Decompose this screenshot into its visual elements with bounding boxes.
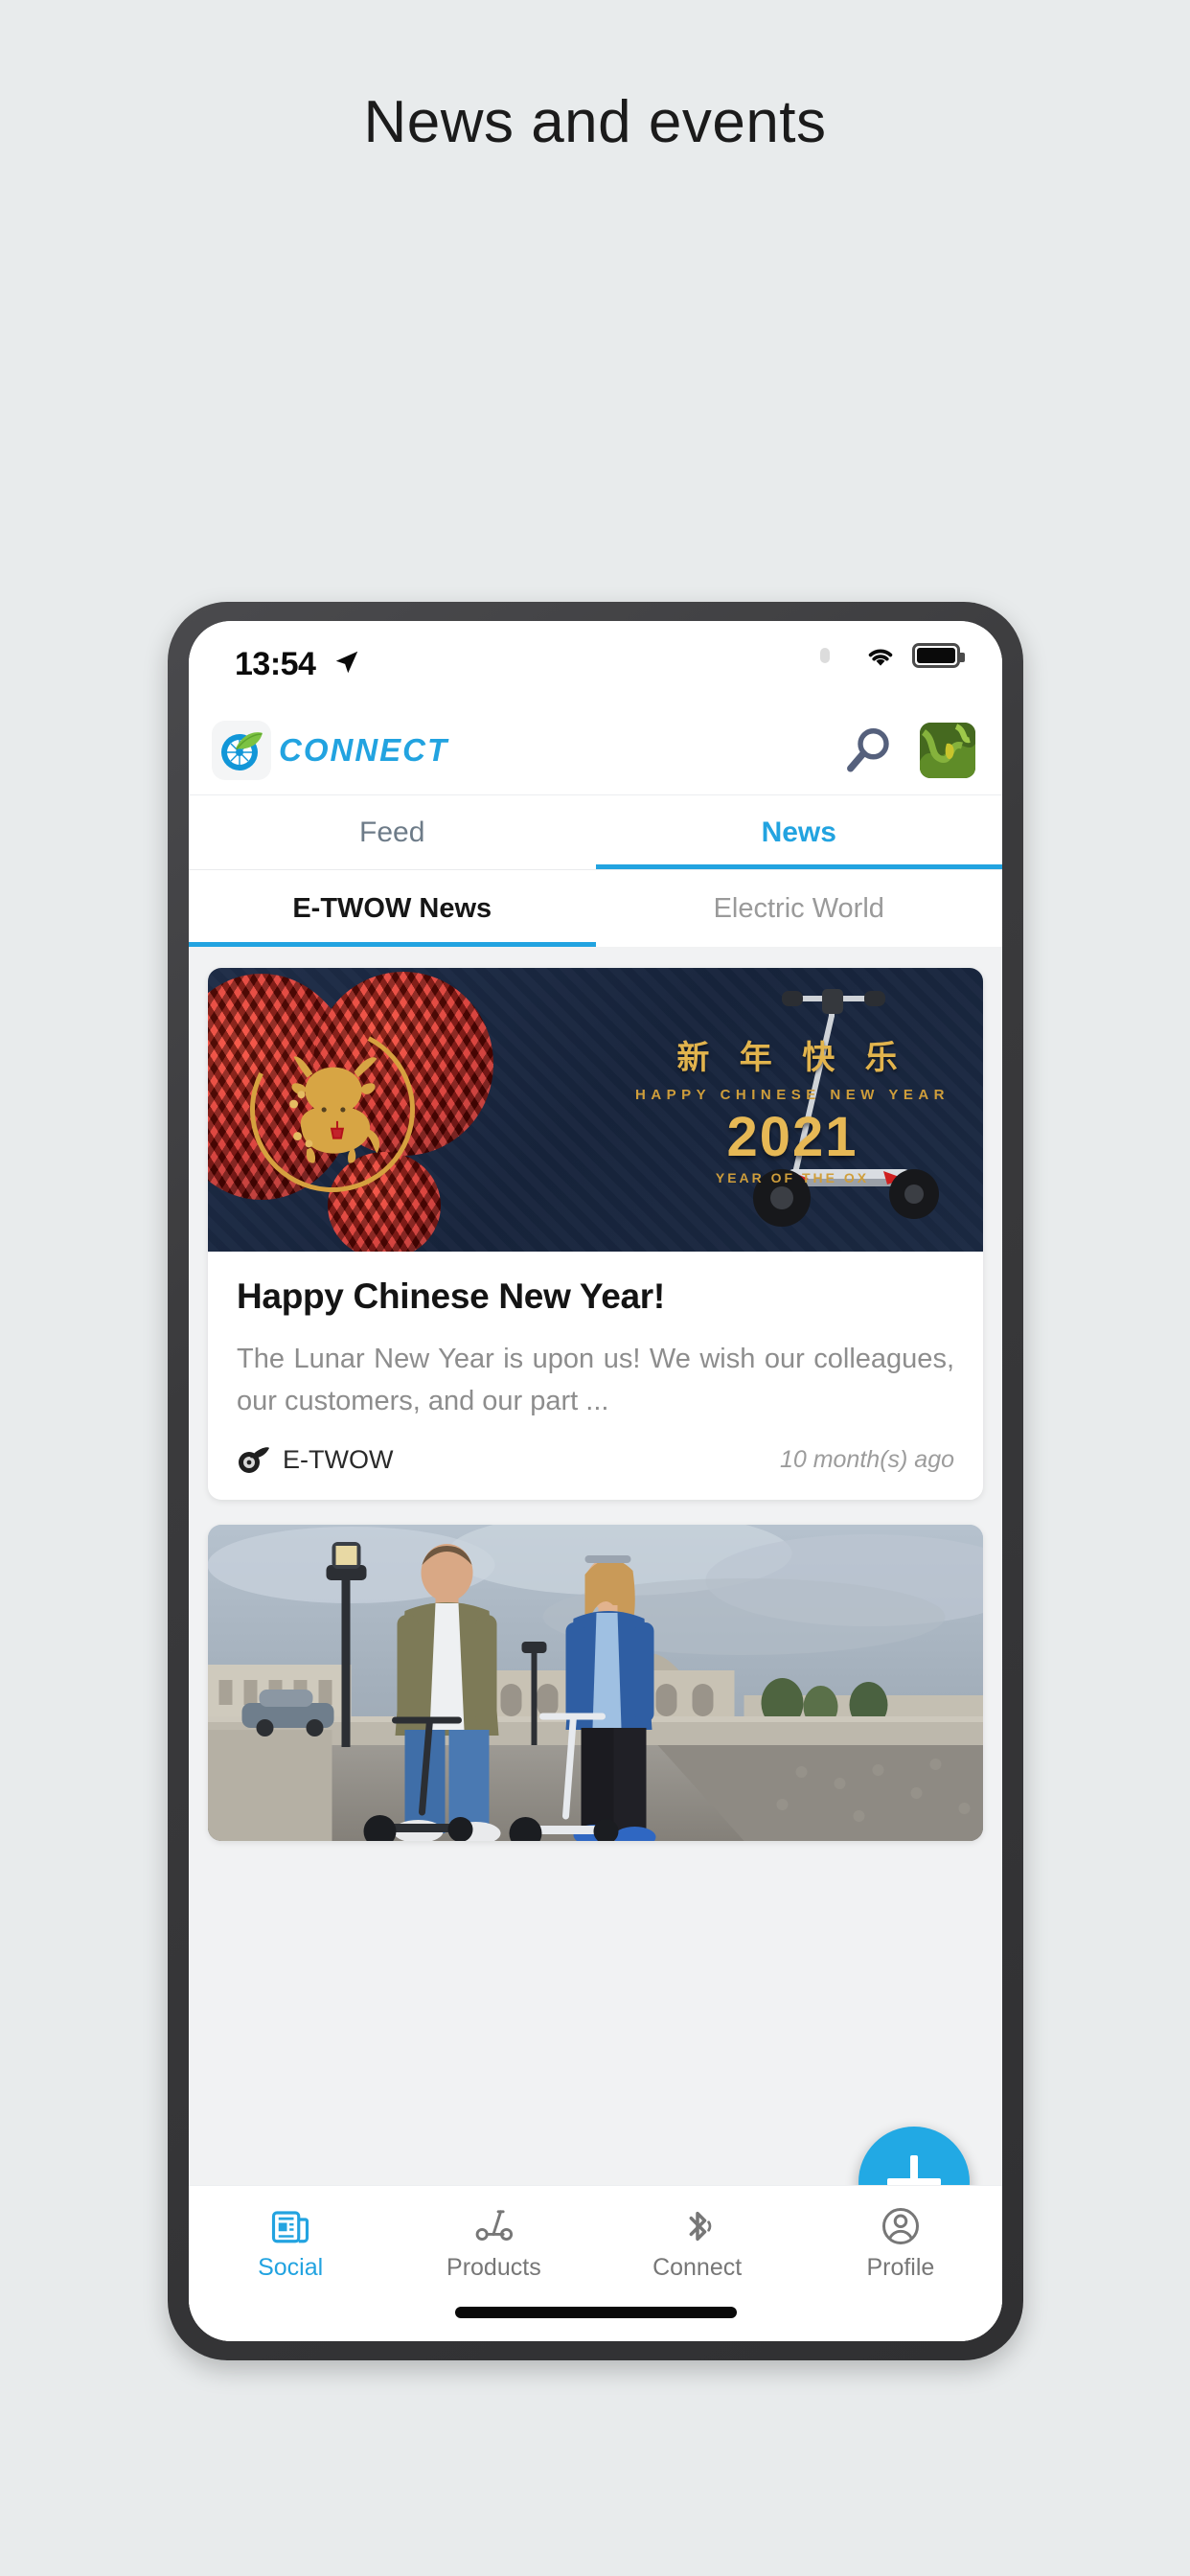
status-time: 13:54 bbox=[235, 646, 316, 682]
home-indicator[interactable] bbox=[454, 2307, 737, 2318]
banner-text-block: 新 年 快 乐 HAPPY CHINESE NEW YEAR 2021 YEAR… bbox=[634, 1031, 950, 1185]
person-circle-icon bbox=[880, 2205, 922, 2247]
tab-electric-world[interactable]: Electric World bbox=[596, 870, 1003, 947]
card-banner-image: 新 年 快 乐 HAPPY CHINESE NEW YEAR 2021 YEAR… bbox=[208, 968, 983, 1252]
page-title: News and events bbox=[363, 89, 827, 155]
scooter-icon bbox=[472, 2205, 515, 2247]
card-meta: E-TWOW 10 month(s) ago bbox=[208, 1430, 983, 1500]
card-body: Happy Chinese New Year! The Lunar New Ye… bbox=[208, 1252, 983, 1430]
golden-ox-icon bbox=[289, 1056, 380, 1163]
etwow-wheel-leaf-logo-icon bbox=[212, 720, 271, 780]
news-card[interactable] bbox=[208, 1525, 983, 1842]
avatar[interactable] bbox=[920, 722, 975, 778]
phone-screen: 13:54 CONNECT Feed News E-TWOW News Elec… bbox=[189, 621, 1002, 2341]
status-indicators bbox=[820, 642, 965, 669]
card-excerpt: The Lunar New Year is upon us! We wish o… bbox=[237, 1344, 954, 1417]
bottom-navigation: Social Products Connect Profile bbox=[189, 2185, 1002, 2341]
banner-zodiac: YEAR OF THE OX bbox=[715, 1170, 870, 1185]
secondary-tabs: E-TWOW News Electric World bbox=[189, 870, 1002, 947]
news-feed[interactable]: 新 年 快 乐 HAPPY CHINESE NEW YEAR 2021 YEAR… bbox=[189, 947, 1002, 2341]
search-icon[interactable] bbox=[843, 724, 895, 776]
nav-label-connect: Connect bbox=[652, 2254, 743, 2281]
nav-label-profile: Profile bbox=[866, 2254, 935, 2281]
banner-year: 2021 bbox=[726, 1106, 858, 1168]
battery-full-icon bbox=[912, 643, 965, 668]
nav-item-profile[interactable]: Profile bbox=[799, 2205, 1002, 2282]
banner-chinese-greeting: 新 年 快 乐 bbox=[676, 1040, 908, 1076]
bluetooth-icon bbox=[676, 2205, 719, 2247]
etwow-wheel-icon bbox=[239, 1446, 269, 1473]
news-card[interactable]: 新 年 快 乐 HAPPY CHINESE NEW YEAR 2021 YEAR… bbox=[208, 968, 983, 1501]
newspaper-icon bbox=[269, 2205, 311, 2247]
nav-item-products[interactable]: Products bbox=[392, 2205, 595, 2282]
card-timestamp: 10 month(s) ago bbox=[779, 1446, 954, 1474]
tab-etwow-news[interactable]: E-TWOW News bbox=[189, 870, 596, 947]
tab-news[interactable]: News bbox=[595, 795, 1003, 869]
tab-feed[interactable]: Feed bbox=[189, 795, 596, 869]
primary-tabs: Feed News bbox=[189, 795, 1002, 870]
card-photo bbox=[208, 1525, 983, 1842]
nav-item-social[interactable]: Social bbox=[189, 2205, 392, 2282]
app-logo[interactable]: CONNECT bbox=[212, 720, 449, 780]
nav-label-social: Social bbox=[258, 2254, 324, 2281]
card-title: Happy Chinese New Year! bbox=[237, 1276, 665, 1316]
signal-dot-icon bbox=[820, 648, 830, 663]
app-header: CONNECT bbox=[189, 705, 1002, 795]
phone-frame: 13:54 CONNECT Feed News E-TWOW News Elec… bbox=[168, 602, 1023, 2360]
status-bar: 13:54 bbox=[189, 621, 1002, 705]
banner-english-greeting: HAPPY CHINESE NEW YEAR bbox=[635, 1087, 950, 1103]
card-author[interactable]: E-TWOW bbox=[237, 1445, 393, 1475]
location-arrow-icon bbox=[335, 651, 358, 674]
wifi-icon bbox=[868, 649, 893, 666]
nav-item-connect[interactable]: Connect bbox=[596, 2205, 799, 2282]
app-wordmark: CONNECT bbox=[279, 731, 449, 768]
card-author-name: E-TWOW bbox=[283, 1445, 394, 1475]
nav-label-products: Products bbox=[446, 2254, 541, 2281]
